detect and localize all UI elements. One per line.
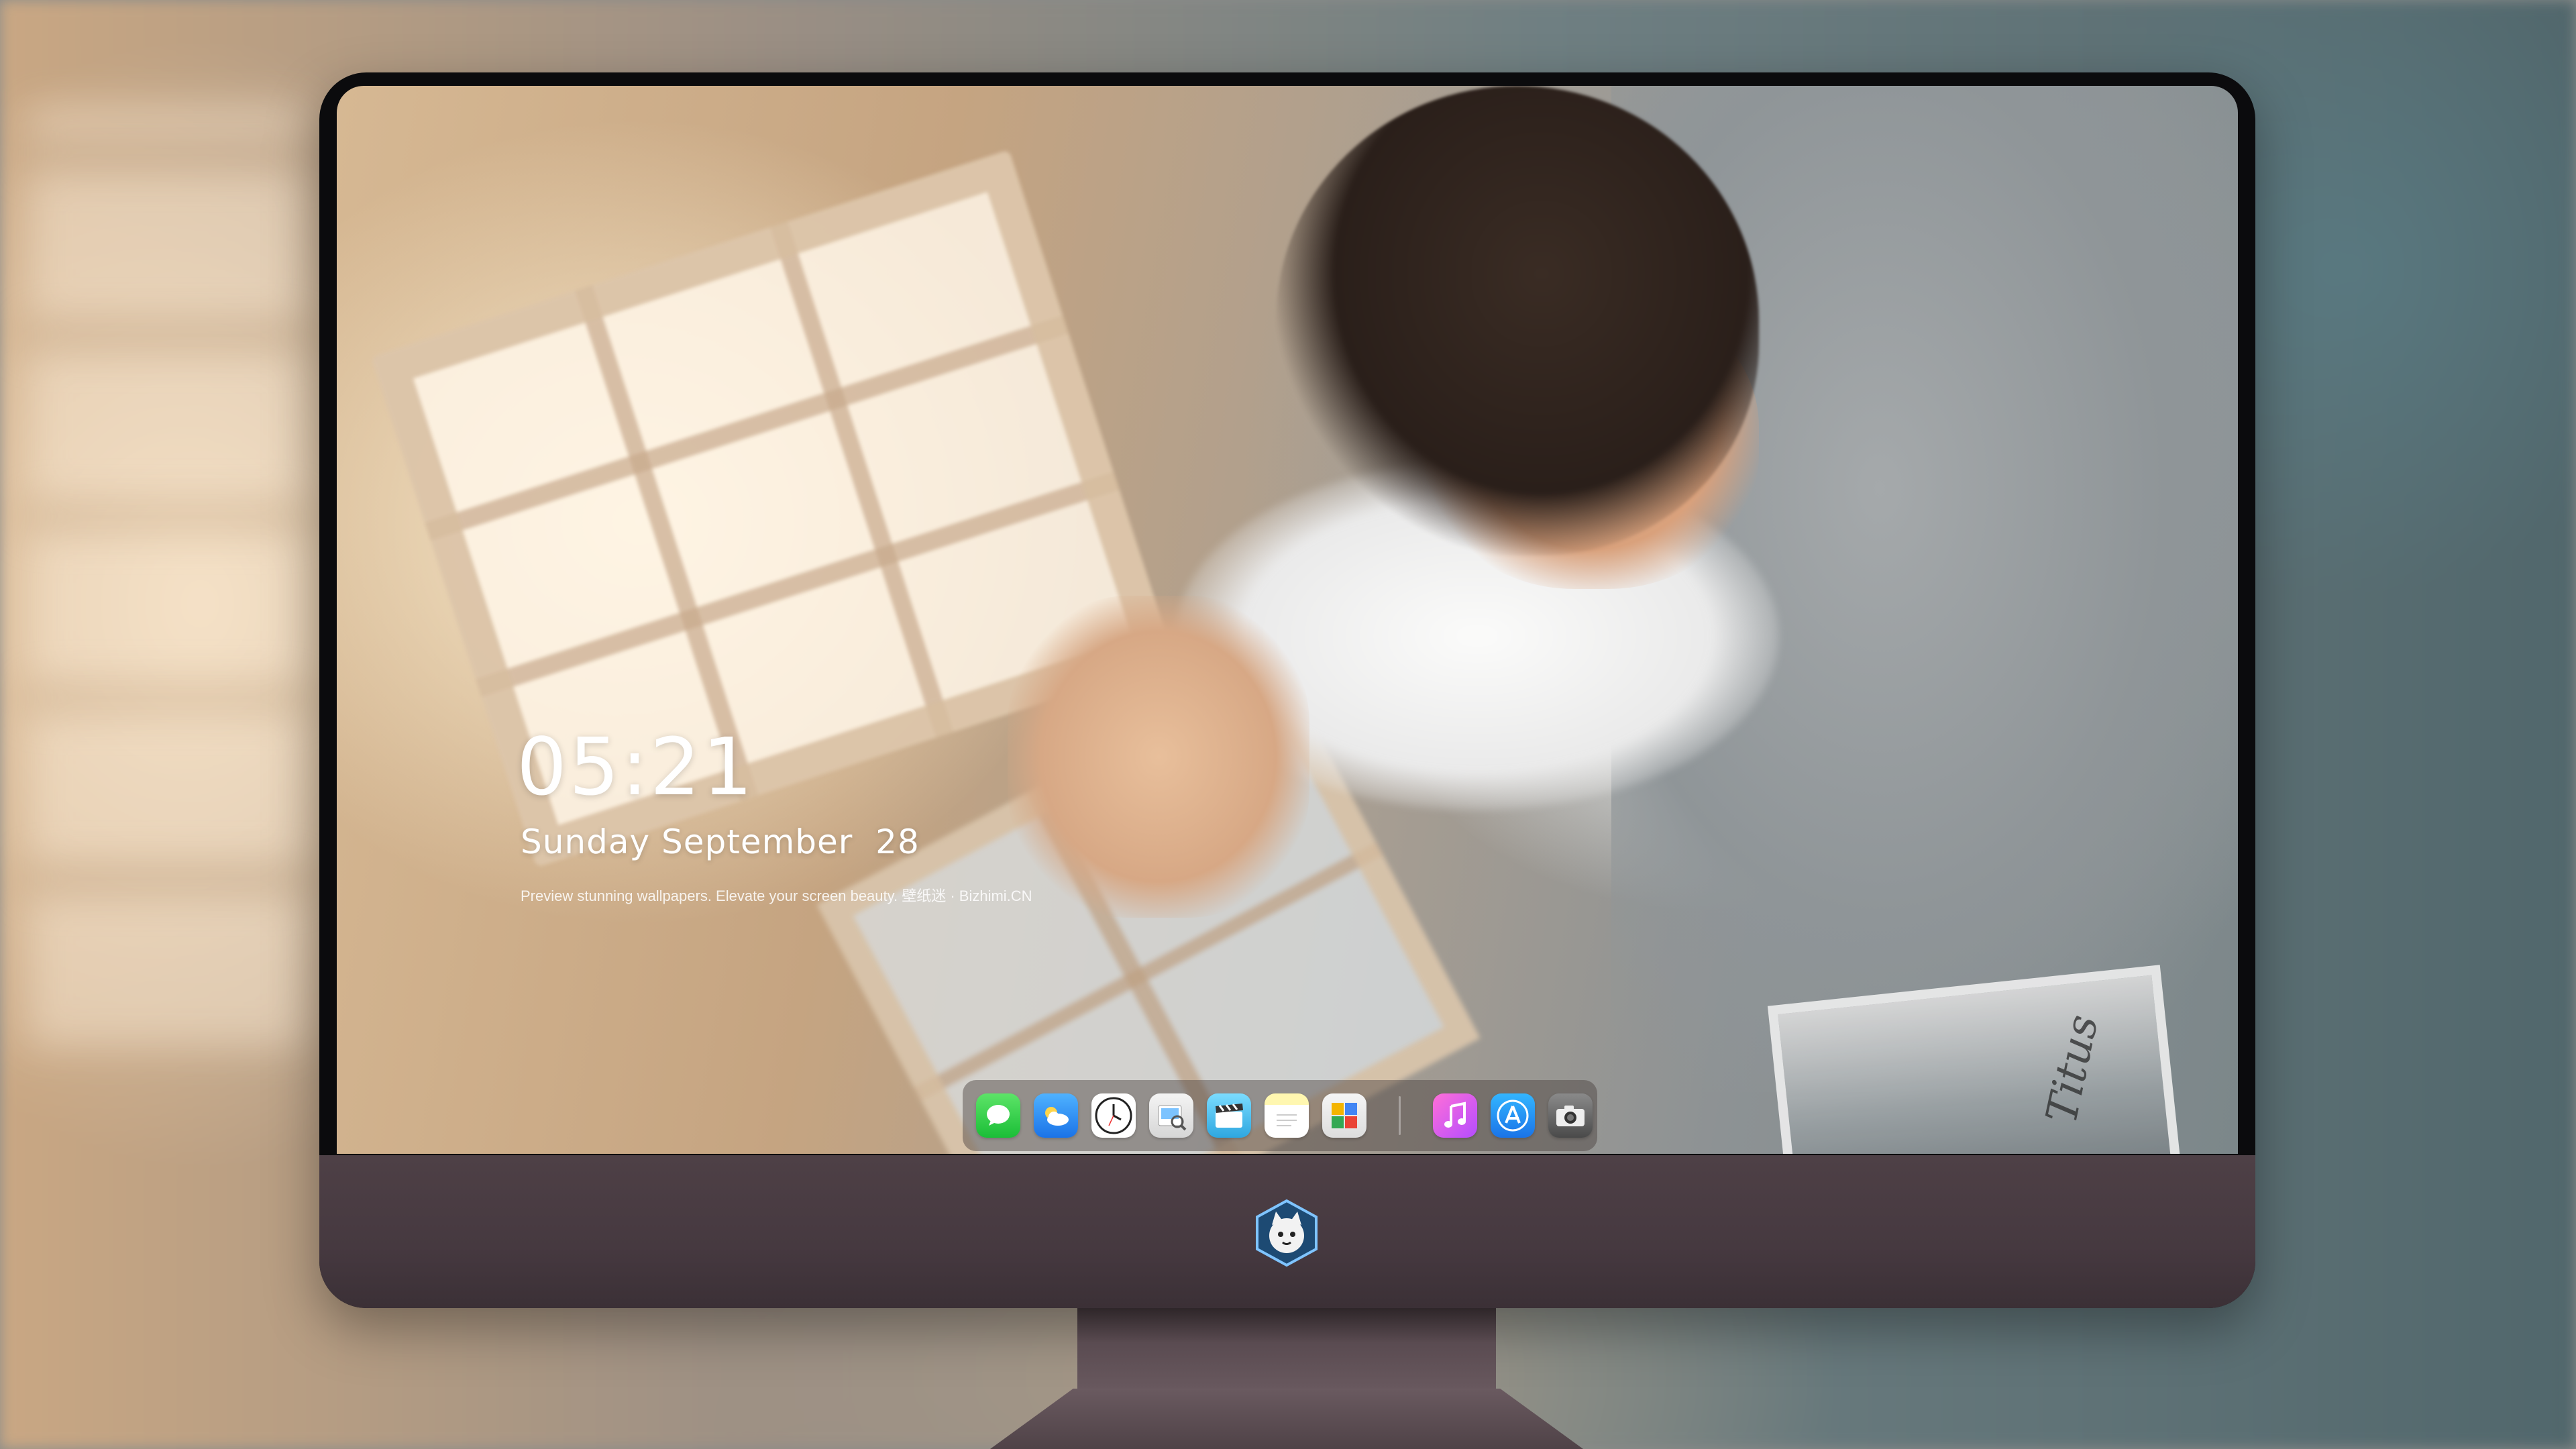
clock-icon[interactable] [1091,1093,1136,1138]
clapperboard-icon[interactable] [1207,1093,1251,1138]
music-note-icon[interactable] [1433,1093,1477,1138]
photos-icon[interactable] [1322,1093,1366,1138]
lock-date: Sunday September 28 [521,822,920,861]
lock-screen: Titus 05:21 Sunday September 28 Preview … [337,86,2238,1154]
blurred-window-light [27,107,309,1046]
dock [963,1080,1597,1151]
app-store-icon[interactable] [1491,1093,1535,1138]
lock-clock-time: 05:21 [517,720,755,813]
cat-mascot-logo-icon [1252,1198,1322,1268]
weather-icon[interactable] [1034,1093,1078,1138]
dock-separator [1399,1096,1401,1135]
wallpaper-hands [1008,596,1309,918]
camera-icon[interactable] [1548,1093,1593,1138]
preview-icon[interactable] [1149,1093,1193,1138]
photo-caption: Titus [2037,1010,2108,1128]
monitor-stand-base [990,1389,1583,1449]
notes-icon[interactable] [1265,1093,1309,1138]
wallpaper-hair [1276,86,1759,555]
messages-icon[interactable] [976,1093,1020,1138]
wallpaper-tagline: Preview stunning wallpapers. Elevate you… [521,888,1032,904]
monitor-stand-neck [1077,1308,1496,1395]
